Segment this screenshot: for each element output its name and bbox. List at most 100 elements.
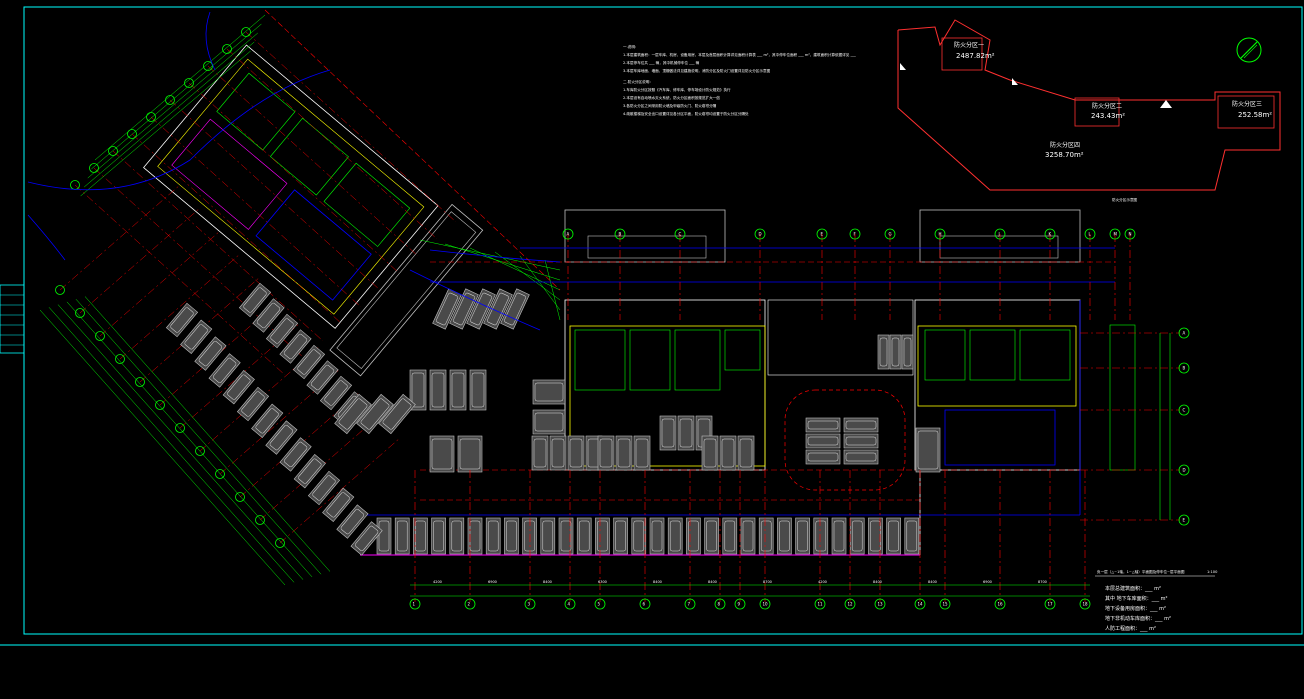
stall-outline xyxy=(633,435,651,471)
parking-stall xyxy=(429,369,447,411)
parking-stall xyxy=(567,435,585,471)
parking-stall xyxy=(449,517,465,555)
axis-label: K xyxy=(1049,232,1052,237)
dimension-text: 8400 xyxy=(543,580,552,584)
axis-label: B xyxy=(619,232,622,237)
axis-label: 14 xyxy=(918,602,924,607)
parking-stall xyxy=(849,517,865,555)
stall-outline xyxy=(549,435,567,471)
parking-stall xyxy=(659,415,677,451)
dimension-text: 6900 xyxy=(983,580,992,584)
axis-label: G xyxy=(889,232,892,237)
stat-line-4: 地下非机动车库面积：___ m² xyxy=(1105,615,1171,622)
parking-stall xyxy=(719,435,737,471)
stall-outline xyxy=(531,435,549,471)
dimension-text: 4200 xyxy=(433,580,442,584)
stat-line-5: 人防工程面积：___ m² xyxy=(1105,625,1156,632)
dimension-text: 6900 xyxy=(488,580,497,584)
note-line-1: 1.本层建筑面积：一层车库、机房、设备用房，本层及首层面积计算详见面积计算表 _… xyxy=(623,52,856,57)
parking-stall xyxy=(904,517,920,555)
parking-stall xyxy=(597,435,615,471)
parking-stall xyxy=(805,433,841,449)
note-line-5: 1.车库防火分区按照《汽车库、修车库、停车场设计防火规范》执行 xyxy=(623,87,731,92)
stall-outline xyxy=(877,334,890,370)
parking-stall xyxy=(777,517,792,555)
parking-stall xyxy=(704,517,719,555)
note-line-4: 二.防火分区说明： xyxy=(623,79,653,84)
parking-stall xyxy=(413,517,428,555)
dimension-text: 8700 xyxy=(763,580,772,584)
stall-outline xyxy=(805,433,841,449)
parking-stall xyxy=(901,334,914,370)
axis-label: 10 xyxy=(763,602,769,607)
stall-outline xyxy=(429,435,455,473)
note-line-2: 2.本层停车位共 ___ 辆，其中机械停车位 ___ 辆 xyxy=(623,60,700,65)
zone-4-area: 3258.70m² xyxy=(1045,151,1084,159)
note-line-3: 3.本层车库地面、墙面、顶棚做法详见建施说明，消防分区及防火门设置详见防火分区示… xyxy=(623,68,771,73)
parking-stall xyxy=(843,417,879,433)
parking-stall xyxy=(631,517,647,555)
parking-stall xyxy=(558,517,574,555)
axis-label: 18 xyxy=(1083,602,1089,607)
dimension-text: 6300 xyxy=(598,580,607,584)
dimension-text: 8400 xyxy=(928,580,937,584)
axis-label: D xyxy=(759,232,762,237)
parking-stall xyxy=(504,517,519,555)
parking-stall xyxy=(877,334,890,370)
axis-label: N xyxy=(1129,232,1132,237)
stall-outline xyxy=(701,435,719,471)
stall-outline xyxy=(737,435,755,471)
parking-stall xyxy=(701,435,719,471)
axis-label: 13 xyxy=(878,602,884,607)
dimension-text: 8400 xyxy=(708,580,717,584)
parking-stall xyxy=(805,449,841,465)
axis-label: 17 xyxy=(1048,602,1054,607)
stall-outline xyxy=(843,417,879,433)
parking-stall xyxy=(915,427,941,473)
axis-label: H xyxy=(939,232,942,237)
stall-outline xyxy=(843,449,879,465)
stall-outline xyxy=(719,435,737,471)
stall-outline xyxy=(449,369,467,411)
parking-stall xyxy=(576,517,592,555)
cad-drawing-canvas[interactable]: 一.说明： 1.本层建筑面积：一层车库、机房、设备用房，本层及首层面积计算详见面… xyxy=(0,0,1304,699)
dimension-text: 8400 xyxy=(653,580,662,584)
parking-stall xyxy=(615,435,633,471)
note-line-8: 4.疏散楼梯及安全出口设置详见各分区平面，防火卷帘均设置于防火分区分隔处 xyxy=(623,111,749,116)
axis-label: 11 xyxy=(818,602,824,607)
stall-outline xyxy=(805,417,841,433)
axis-label: 12 xyxy=(848,602,854,607)
stall-outline xyxy=(805,449,841,465)
parking-stall xyxy=(649,517,665,555)
stall-outline xyxy=(677,415,695,451)
parking-stall xyxy=(613,517,628,555)
parking-stall xyxy=(886,517,901,555)
parking-stall xyxy=(469,369,487,411)
stall-outline xyxy=(567,435,585,471)
parking-stall xyxy=(805,417,841,433)
stall-outline xyxy=(901,334,914,370)
parking-stall xyxy=(737,435,755,471)
parking-stall xyxy=(677,415,695,451)
parking-stall xyxy=(394,517,410,555)
note-line-6: 2.本层设有自动喷水灭火系统，防火分区面积按规范扩大一倍 xyxy=(623,95,720,100)
stall-outline xyxy=(615,435,633,471)
stall-outline xyxy=(457,435,483,473)
stall-outline xyxy=(843,433,879,449)
dimension-text: 4200 xyxy=(818,580,827,584)
parking-stall xyxy=(485,517,501,555)
parking-stall xyxy=(532,409,566,435)
parking-stall xyxy=(457,435,483,473)
parking-stall xyxy=(633,435,651,471)
zone-1-label: 防火分区一 xyxy=(954,41,984,49)
parking-stall xyxy=(843,433,879,449)
parking-stall xyxy=(595,517,610,555)
dimension-text: 8400 xyxy=(873,580,882,584)
axis-label: A xyxy=(567,232,570,237)
parking-stall xyxy=(813,517,829,555)
drawing-scale: 1:100 xyxy=(1207,570,1218,574)
zone-1-area: 2487.82m² xyxy=(956,52,995,60)
side-label: 防火分区示意图 xyxy=(1112,197,1138,202)
parking-stall xyxy=(549,435,567,471)
axis-label: D xyxy=(1183,468,1186,473)
